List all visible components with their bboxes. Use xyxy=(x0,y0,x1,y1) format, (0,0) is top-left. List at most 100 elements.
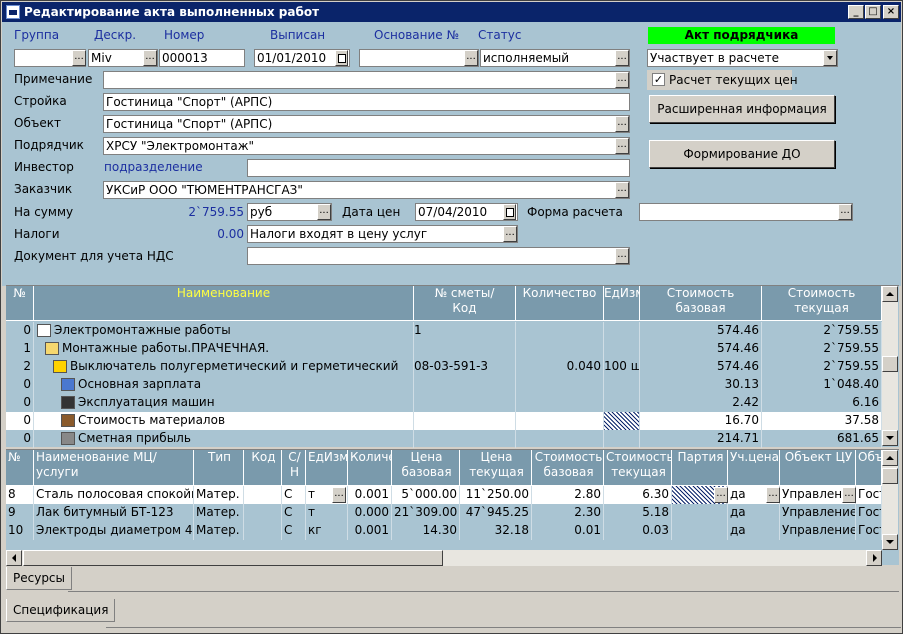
current-prices-checkbox[interactable]: ✓ xyxy=(652,73,665,86)
scroll-thumb[interactable] xyxy=(882,468,898,484)
col-price-cur-header[interactable]: Цена текущая xyxy=(460,450,532,486)
table-row[interactable]: 1 Монтажные работы.ПРАЧЕЧНАЯ. 574.46 2`759.… xyxy=(6,340,882,358)
col-price-base-header[interactable]: Цена базовая xyxy=(392,450,460,486)
issued-calendar-icon[interactable] xyxy=(335,50,348,66)
vat-doc-select-button[interactable]: ... xyxy=(615,248,629,264)
contractor-select-button[interactable]: ... xyxy=(615,138,629,154)
cell-base: 574.46 xyxy=(640,322,762,340)
upper-grid[interactable]: № Наименование № сметы/ Код Количество Е… xyxy=(6,285,899,448)
col-unit-header[interactable]: ЕдИзм xyxy=(604,286,640,321)
vat-doc-field[interactable] xyxy=(247,247,630,265)
customer-select-button[interactable]: ... xyxy=(615,182,629,198)
close-button[interactable]: × xyxy=(883,5,899,19)
note-label: Примечание xyxy=(14,72,93,86)
scroll-down-arrow-icon[interactable] xyxy=(882,534,898,550)
table-row[interactable]: 8 Сталь полосовая спокойна Матер. Ст 0.001 5`… xyxy=(6,486,882,504)
extended-info-button[interactable]: Расширенная информация xyxy=(649,95,835,123)
status-select-button[interactable]: ... xyxy=(615,50,629,66)
col-unit-header[interactable]: ЕдИзм xyxy=(306,450,348,486)
taxes-option-field[interactable]: Налоги входят в цену услуг xyxy=(247,225,518,243)
col-obj-cu-header[interactable]: Объект ЦУ xyxy=(780,450,856,486)
site-field[interactable]: Гостиница "Спорт" (АРПС) xyxy=(103,93,630,111)
group-select-button[interactable]: ... xyxy=(72,50,86,66)
issued-label: Выписан xyxy=(270,28,326,42)
cell-unit xyxy=(604,376,640,394)
col-sn-header[interactable]: С/Н xyxy=(282,450,306,486)
upper-vertical-scrollbar[interactable] xyxy=(882,286,898,446)
contractor-field[interactable]: ХРСУ "Электромонтаж" xyxy=(103,137,630,155)
customer-field[interactable]: УКСиР ООО "ТЮМЕНТРАНСГАЗ" xyxy=(103,181,630,199)
scroll-up-arrow-icon[interactable] xyxy=(882,286,898,302)
table-row[interactable]: 0 Эксплуатация машин 2.42 6.16 xyxy=(6,394,882,412)
current-prices-checkbox-row[interactable]: ✓ Расчет текущих цен xyxy=(647,70,798,90)
col-qty-header[interactable]: Количество xyxy=(516,286,604,321)
descr-select-button[interactable]: ... xyxy=(143,50,157,66)
note-select-button[interactable]: ... xyxy=(615,72,629,88)
col-acc-price-header[interactable]: Уч.цена xyxy=(728,450,780,486)
price-date-calendar-icon[interactable] xyxy=(503,204,516,220)
taxes-select-button[interactable]: ... xyxy=(503,226,517,242)
calc-form-select-button[interactable]: ... xyxy=(838,204,852,220)
table-row[interactable]: 0 Стоимость материалов 16.70 37.58 xyxy=(6,412,882,430)
col-batch-header[interactable]: Партия xyxy=(672,450,728,486)
table-row[interactable]: 9 Лак битумный БТ-123 Матер. Ст 0.000 21`309.… xyxy=(6,504,882,522)
materials-icon xyxy=(61,414,75,427)
col-name-header[interactable]: Наименование xyxy=(34,286,414,321)
scroll-up-arrow-icon[interactable] xyxy=(882,450,898,466)
investor-field[interactable] xyxy=(247,159,630,177)
col-obj2-header[interactable]: Объ xyxy=(856,450,882,486)
status-field[interactable]: исполняемый xyxy=(480,49,630,67)
minimize-button[interactable]: _ xyxy=(848,5,864,19)
lower-vertical-scrollbar[interactable] xyxy=(882,450,898,550)
unit-select-button[interactable]: ... xyxy=(332,487,346,503)
col-cost-base-header[interactable]: Стоимость базовая xyxy=(532,450,604,486)
table-row[interactable]: 0 Сметная прибыль 214.71 681.65 xyxy=(6,430,882,448)
basis-field[interactable] xyxy=(359,49,479,67)
col-no-header[interactable]: № xyxy=(6,286,34,321)
cell-name: Основная зарплата xyxy=(34,376,414,394)
cell-no: 0 xyxy=(6,376,34,394)
table-row[interactable]: 2 Выключатель полугерметический и гермети… xyxy=(6,358,882,376)
col-base-cost-header[interactable]: Стоимость базовая xyxy=(640,286,762,321)
col-code-header[interactable]: Код xyxy=(244,450,282,486)
title-bar[interactable]: Редактирование акта выполненных работ _ … xyxy=(2,2,901,22)
maximize-button[interactable]: □ xyxy=(865,5,881,19)
scroll-down-arrow-icon[interactable] xyxy=(882,430,898,446)
lower-grid[interactable]: № Наименование МЦ/услуги Тип Код С/Н ЕдИзм Кол… xyxy=(6,449,899,566)
note-field[interactable] xyxy=(103,71,630,89)
form-do-button[interactable]: Формирование ДО xyxy=(649,140,835,168)
document-icon xyxy=(37,324,51,337)
col-cost-cur-header[interactable]: Стоимость текущая xyxy=(604,450,672,486)
scroll-thumb[interactable] xyxy=(882,356,898,372)
col-no-header[interactable]: № xyxy=(6,450,34,486)
current-prices-label: Расчет текущих цен xyxy=(669,73,798,87)
currency-select-button[interactable]: ... xyxy=(317,204,331,220)
hscroll-thumb[interactable] xyxy=(23,550,443,566)
col-estimate-header[interactable]: № сметы/ Код xyxy=(414,286,516,321)
col-current-cost-header[interactable]: Стоимость текущая xyxy=(762,286,882,321)
acc-price-select-button[interactable]: ... xyxy=(766,487,780,503)
participation-select[interactable]: Участвует в расчете xyxy=(647,49,838,67)
table-row[interactable]: 10Электроды диаметром 4 ммМатер. Скг0.001… xyxy=(6,522,882,540)
scroll-right-arrow-icon[interactable] xyxy=(866,550,882,566)
object-cu-select-button[interactable]: ... xyxy=(842,487,856,503)
table-row[interactable]: 0 Электромонтажные работы 1 574.46 2`759.55 xyxy=(6,322,882,340)
col-qty-header[interactable]: Количе xyxy=(348,450,392,486)
batch-select-button[interactable]: ... xyxy=(714,487,728,503)
folder-open-icon xyxy=(45,342,59,355)
table-row[interactable]: 0 Основная зарплата 30.13 1`048.40 xyxy=(6,376,882,394)
tab-resources[interactable]: Ресурсы xyxy=(6,567,73,590)
basis-select-button[interactable]: ... xyxy=(464,50,478,66)
number-field[interactable]: 000013 xyxy=(159,49,245,67)
object-select-button[interactable]: ... xyxy=(615,116,629,132)
tab-specification[interactable]: Спецификация xyxy=(6,599,116,622)
chevron-down-icon[interactable] xyxy=(823,50,837,66)
lower-horizontal-scrollbar[interactable] xyxy=(6,550,882,566)
col-name-header[interactable]: Наименование МЦ/услуги xyxy=(34,450,194,486)
cell-name: Электромонтажные работы xyxy=(34,322,414,340)
cell-cost-cur: 6.30 xyxy=(604,486,672,504)
calc-form-field[interactable] xyxy=(639,203,853,221)
scroll-left-arrow-icon[interactable] xyxy=(6,550,22,566)
object-field[interactable]: Гостиница "Спорт" (АРПС) xyxy=(103,115,630,133)
col-type-header[interactable]: Тип xyxy=(194,450,244,486)
